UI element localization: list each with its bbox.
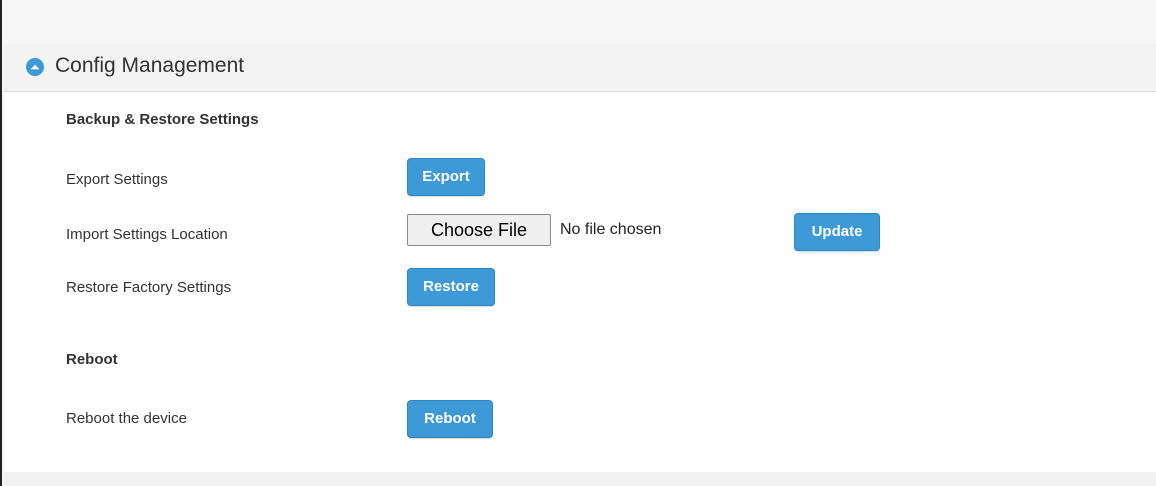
chevron-up-circle-icon[interactable] (26, 58, 44, 76)
import-settings-label: Import Settings Location (66, 226, 228, 243)
panel-header[interactable]: Config Management (4, 44, 1156, 92)
config-management-panel: Config Management Backup & Restore Setti… (4, 44, 1156, 472)
restore-button[interactable]: Restore (407, 268, 495, 306)
update-button[interactable]: Update (794, 213, 880, 251)
page-frame: Config Management Backup & Restore Setti… (0, 0, 1156, 486)
top-strip (4, 0, 1156, 44)
panel-title: Config Management (55, 54, 245, 77)
export-button[interactable]: Export (407, 158, 485, 196)
choose-file-button[interactable]: Choose File (407, 214, 551, 246)
file-status-text: No file chosen (560, 221, 662, 238)
reboot-device-label: Reboot the device (66, 410, 187, 427)
backup-restore-heading: Backup & Restore Settings (66, 111, 259, 128)
export-settings-label: Export Settings (66, 171, 168, 188)
chevron-up-icon (30, 64, 40, 70)
bottom-strip (4, 472, 1156, 486)
reboot-button[interactable]: Reboot (407, 400, 493, 438)
restore-factory-label: Restore Factory Settings (66, 279, 232, 296)
reboot-heading: Reboot (66, 351, 118, 368)
